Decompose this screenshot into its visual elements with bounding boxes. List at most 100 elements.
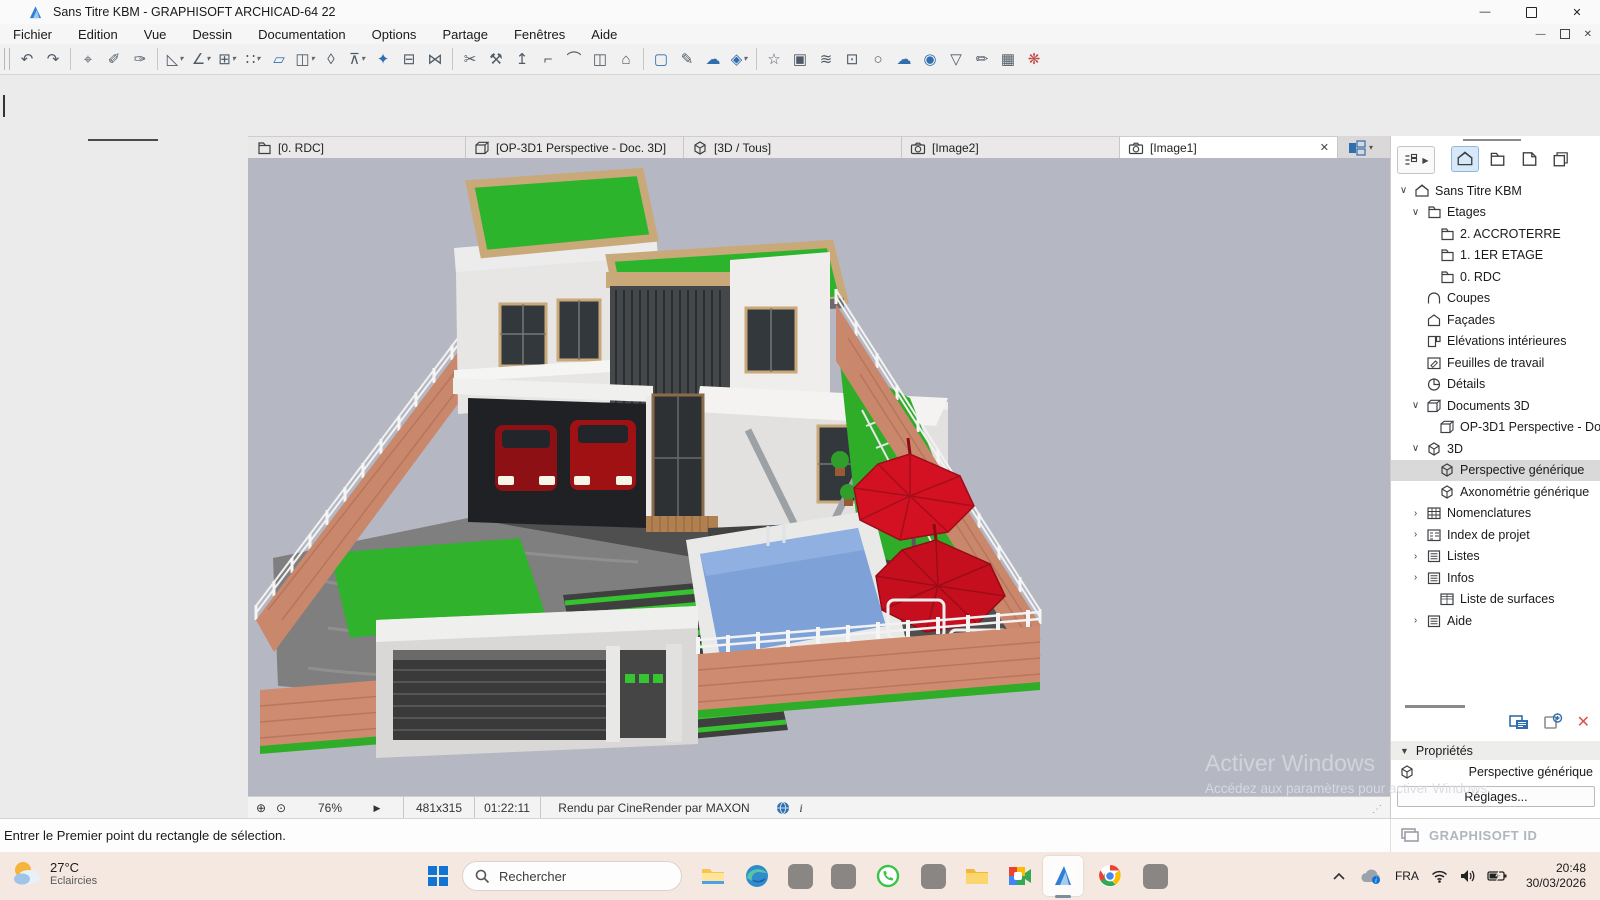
split-icon[interactable]: ✂ <box>457 46 483 72</box>
tray-chevron-up-icon[interactable] <box>1324 872 1354 880</box>
zoom-in-icon[interactable]: ⊕ <box>252 797 270 819</box>
stretch-icon[interactable]: ⋈ <box>422 46 448 72</box>
search-input[interactable]: Rechercher <box>462 861 682 891</box>
palette-handle[interactable] <box>88 139 158 141</box>
globe-icon[interactable] <box>776 801 790 815</box>
render-settings-icon[interactable]: ❋ <box>1021 46 1047 72</box>
camera-cloud-icon[interactable]: ◉ <box>917 46 943 72</box>
caret-expanded-icon[interactable]: ∨ <box>1410 400 1421 411</box>
tab-image2[interactable]: [Image2] <box>902 136 1120 158</box>
project-chooser-button[interactable]: ▶ <box>1397 146 1435 174</box>
properties-splitter[interactable] <box>1405 705 1465 708</box>
cloud-sync-icon[interactable]: ☁ <box>891 46 917 72</box>
tab-0-rdc[interactable]: [0. RDC] <box>248 136 466 158</box>
properties-header[interactable]: ▼ Propriétés <box>1391 741 1600 760</box>
taskbar-app-gray-3[interactable] <box>913 856 953 896</box>
magic-wand-icon[interactable]: ✦ <box>370 46 396 72</box>
pan-arrow-icon[interactable]: ▶ <box>370 797 384 819</box>
menu-fichier[interactable]: Fichier <box>0 24 65 44</box>
corner-icon[interactable]: ⌐ <box>535 46 561 72</box>
render-viewport[interactable] <box>248 158 1390 796</box>
caret-collapsed-icon[interactable]: › <box>1410 572 1421 583</box>
redo-button[interactable]: ↷ <box>40 46 66 72</box>
weather-widget[interactable]: 27°C Eclaircies <box>10 857 97 889</box>
project-map-button[interactable] <box>1451 146 1479 172</box>
taskbar-app-folder[interactable] <box>957 856 997 896</box>
new-viewpoint-icon[interactable] <box>1543 713 1563 731</box>
snap-points-icon[interactable]: ∷▾ <box>240 46 266 72</box>
adjust-icon[interactable]: ⚒ <box>483 46 509 72</box>
mdi-restore-icon[interactable] <box>1560 29 1570 39</box>
gravity-icon[interactable]: ⊼▾ <box>344 46 370 72</box>
tree-item-aide[interactable]: › Aide <box>1391 610 1600 632</box>
onedrive-icon[interactable]: i <box>1354 868 1388 884</box>
navigator-handle[interactable] <box>1463 139 1521 141</box>
measure-icon[interactable]: ⊟ <box>396 46 422 72</box>
taskbar-app-edge[interactable] <box>737 856 777 896</box>
favorites-icon[interactable]: ☆ <box>761 46 787 72</box>
taskbar-app-gray-4[interactable] <box>1135 856 1175 896</box>
publisher-sets-button[interactable] <box>1547 146 1575 172</box>
tree-item-documents-3d[interactable]: ∨ Documents 3D <box>1391 395 1600 417</box>
tree-item-infos[interactable]: › Infos <box>1391 567 1600 589</box>
menu-edition[interactable]: Edition <box>65 24 131 44</box>
door-window-icon[interactable]: ◫ <box>587 46 613 72</box>
taskbar-app-whatsapp[interactable] <box>868 856 908 896</box>
close-icon[interactable]: ✕ <box>1554 0 1600 24</box>
caret-expanded-icon[interactable]: ∨ <box>1410 443 1421 454</box>
tree-item-perspective-generique[interactable]: Perspective générique <box>1391 460 1600 482</box>
mirror-icon[interactable]: ◊ <box>318 46 344 72</box>
tree-item-coupes[interactable]: Coupes <box>1391 288 1600 310</box>
tree-item-axonometrie-generique[interactable]: Axonométrie générique <box>1391 481 1600 503</box>
settings-button[interactable]: Réglages... <box>1397 786 1595 807</box>
view-map-button[interactable] <box>1483 146 1511 172</box>
resize-grip[interactable]: ⋰ <box>1372 804 1382 815</box>
maximize-icon[interactable] <box>1508 0 1554 24</box>
tab-overview-button[interactable]: ▾ <box>1348 137 1373 158</box>
menu-aide[interactable]: Aide <box>578 24 630 44</box>
taskbar-app-gray-1[interactable] <box>780 856 820 896</box>
tree-item-feuilles-de-travail[interactable]: Feuilles de travail <box>1391 352 1600 374</box>
caret-collapsed-icon[interactable]: › <box>1410 615 1421 626</box>
menu-partage[interactable]: Partage <box>429 24 501 44</box>
taskbar-app-file-explorer[interactable] <box>693 856 733 896</box>
tree-item-nomenclatures[interactable]: › Nomenclatures <box>1391 503 1600 525</box>
inject-parameters-icon[interactable]: ✐ <box>101 46 127 72</box>
tree-item-3d[interactable]: ∨ 3D <box>1391 438 1600 460</box>
cloud-save-icon[interactable]: ☁ <box>700 46 726 72</box>
delete-icon[interactable]: ✕ <box>1577 712 1590 732</box>
undo-button[interactable]: ↶ <box>14 46 40 72</box>
layout-book-button[interactable] <box>1515 146 1543 172</box>
tab-3d-tous[interactable]: [3D / Tous] <box>684 136 902 158</box>
clock-widget[interactable]: 20:48 30/03/2026 <box>1526 861 1586 891</box>
minimize-icon[interactable]: — <box>1462 0 1508 24</box>
tab-op3d1-perspective[interactable]: [OP-3D1 Perspective - Doc. 3D] <box>466 136 684 158</box>
start-button[interactable] <box>427 865 449 892</box>
battery-icon[interactable] <box>1482 870 1512 882</box>
menu-documentation[interactable]: Documentation <box>245 24 358 44</box>
taskbar-app-archicad-active[interactable] <box>1043 856 1083 896</box>
tree-item-liste-de-surfaces[interactable]: Liste de surfaces <box>1391 589 1600 611</box>
tree-item-op3d1-perspective[interactable]: OP-3D1 Perspective - Doc. 3D <box>1391 417 1600 439</box>
show-image-icon[interactable]: ▣ <box>787 46 813 72</box>
pickup-parameters-icon[interactable]: ⌖ <box>75 46 101 72</box>
menu-options[interactable]: Options <box>359 24 430 44</box>
menu-vue[interactable]: Vue <box>131 24 180 44</box>
tree-item-1er-etage[interactable]: 1. 1ER ETAGE <box>1391 245 1600 267</box>
menu-dessin[interactable]: Dessin <box>179 24 245 44</box>
tree-item-index-de-projet[interactable]: › Index de projet <box>1391 524 1600 546</box>
layers-icon[interactable]: ◈▾ <box>726 46 752 72</box>
transfer-icon[interactable]: ⊡ <box>839 46 865 72</box>
tab-image1[interactable]: [Image1] ✕ <box>1120 136 1338 158</box>
tree-item-project-root[interactable]: ∨ Sans Titre KBM <box>1391 180 1600 202</box>
caret-collapsed-icon[interactable]: › <box>1410 529 1421 540</box>
fillet-icon[interactable]: ⌒ <box>561 46 587 72</box>
tree-item-rdc[interactable]: 0. RDC <box>1391 266 1600 288</box>
caret-collapsed-icon[interactable]: › <box>1410 551 1421 562</box>
tree-item-details[interactable]: Détails <box>1391 374 1600 396</box>
inject-parameters-alt-icon[interactable]: ✑ <box>127 46 153 72</box>
marquee-icon[interactable]: ▢ <box>648 46 674 72</box>
mdi-close-icon[interactable]: ✕ <box>1584 29 1592 40</box>
coordinates-icon[interactable]: ⊞▾ <box>214 46 240 72</box>
guide-lines-icon[interactable]: ∠▾ <box>188 46 214 72</box>
